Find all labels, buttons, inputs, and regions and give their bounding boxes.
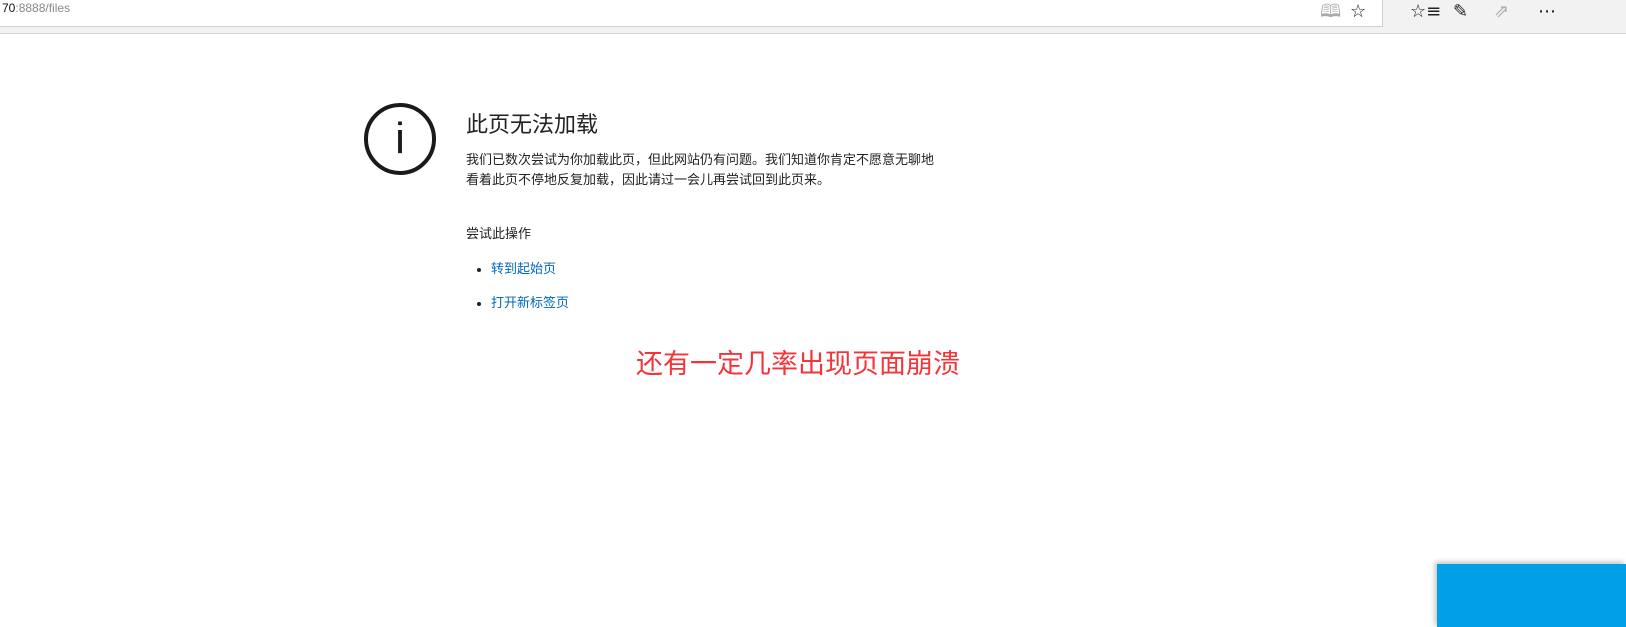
error-description: 我们已数次尝试为你加载此页，但此网站仍有问题。我们知道你肯定不愿意无聊地看着此页…: [466, 153, 935, 188]
address-bar[interactable]: 70:8888/files 🕮 ☆: [0, 0, 1383, 27]
favorite-star-icon[interactable]: ☆: [1350, 1, 1366, 23]
more-icon[interactable]: ⋯: [1538, 1, 1556, 23]
try-heading: 尝试此操作: [466, 227, 532, 242]
url-host: 70: [2, 1, 16, 15]
error-title: 此页无法加载: [466, 113, 599, 138]
action-list: 转到起始页 打开新标签页: [477, 260, 569, 328]
blue-panel: [1437, 564, 1626, 627]
list-item: 打开新标签页: [491, 294, 569, 314]
page-content: [0, 34, 1626, 627]
reading-view-icon[interactable]: 🕮: [1320, 1, 1341, 23]
info-icon: i: [364, 103, 436, 175]
favorites-hub-icon[interactable]: ☆≡: [1410, 1, 1441, 23]
annotation-text: 还有一定几率出现页面崩溃: [636, 349, 960, 380]
browser-toolbar: 70:8888/files 🕮 ☆ ☆≡ ✎ ⇗ ⋯: [0, 0, 1626, 34]
open-new-tab-link[interactable]: 打开新标签页: [491, 296, 569, 311]
list-item: 转到起始页: [491, 260, 569, 280]
url-text[interactable]: 70:8888/files: [2, 1, 70, 15]
share-icon[interactable]: ⇗: [1494, 1, 1509, 23]
web-note-icon[interactable]: ✎: [1453, 1, 1468, 23]
go-to-start-page-link[interactable]: 转到起始页: [491, 262, 556, 277]
url-path: :8888/files: [15, 1, 71, 15]
